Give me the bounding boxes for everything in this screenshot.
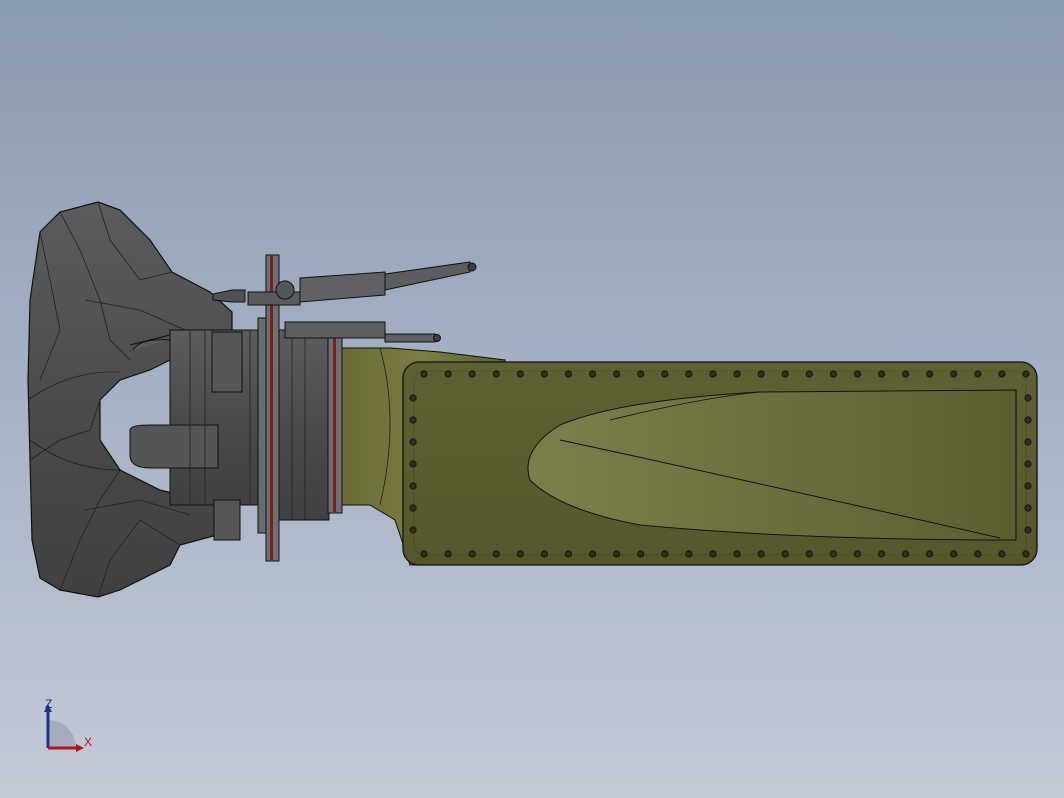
actuator-rod-upper[interactable] <box>212 261 477 306</box>
bolt-icon <box>974 370 982 378</box>
bolt-icon <box>409 438 417 446</box>
bolt-icon <box>1024 438 1032 446</box>
bolt-icon <box>637 370 645 378</box>
z-axis-label: Z <box>45 697 52 711</box>
bolt-icon <box>998 370 1006 378</box>
bolt-icon <box>1022 370 1030 378</box>
bolt-icon <box>661 370 669 378</box>
bolt-icon <box>901 550 910 558</box>
outlet-flange[interactable] <box>327 334 343 514</box>
bolt-icon <box>733 370 741 378</box>
bolt-icon <box>444 370 452 378</box>
bolt-icon <box>444 550 452 558</box>
bolt-icon <box>613 370 621 378</box>
bolt-icon <box>757 370 765 378</box>
bolt-icon <box>1024 482 1032 490</box>
bolt-icon <box>516 550 524 558</box>
bolt-icon <box>805 550 813 558</box>
x-axis-arrowhead <box>76 744 84 752</box>
bolt-icon <box>492 550 500 558</box>
cad-viewport[interactable]: Z X <box>0 0 1064 798</box>
bolt-icon <box>420 370 428 378</box>
triad-plane-icon <box>48 720 76 748</box>
bolt-icon <box>468 370 476 378</box>
bolt-icon <box>901 370 910 378</box>
bolt-icon <box>781 370 789 378</box>
discharge-housing[interactable] <box>402 361 1038 566</box>
bolt-icon <box>588 370 597 378</box>
bolt-icon <box>877 370 886 378</box>
bolt-icon <box>733 550 741 558</box>
bolt-icon <box>637 550 645 558</box>
bolt-icon <box>685 370 693 378</box>
bolt-icon <box>1024 526 1032 534</box>
bolt-icon <box>950 550 958 558</box>
bolt-icon <box>661 550 669 558</box>
axis-triad: Z X <box>44 697 92 752</box>
bolt-icon <box>685 550 693 558</box>
bolt-icon <box>588 550 597 558</box>
bolt-icon <box>1024 416 1032 424</box>
bolt-icon <box>998 550 1006 558</box>
bolt-icon <box>1024 394 1032 402</box>
x-axis-label: X <box>84 735 92 749</box>
bolt-icon <box>540 370 549 378</box>
bolt-icon <box>468 550 476 558</box>
bolt-icon <box>853 550 862 558</box>
bolt-icon <box>781 550 789 558</box>
bolt-icon <box>564 370 573 378</box>
bolt-icon <box>853 370 862 378</box>
bolt-icon <box>409 394 417 402</box>
bolt-icon <box>1024 504 1032 512</box>
bolt-icon <box>829 550 837 558</box>
bolt-icon <box>877 550 886 558</box>
bolt-icon <box>950 370 958 378</box>
bolt-icon <box>409 416 417 424</box>
bolt-icon <box>420 550 428 558</box>
bolt-icon <box>829 370 837 378</box>
pump-assembly-model[interactable] <box>0 0 1064 798</box>
bolt-icon <box>409 504 417 512</box>
bolt-icon <box>516 370 524 378</box>
bolt-icon <box>409 460 417 468</box>
bolt-icon <box>709 550 717 558</box>
bolt-icon <box>709 370 717 378</box>
bolt-icon <box>974 550 982 558</box>
bolt-icon <box>409 526 417 534</box>
bolt-icon <box>613 550 621 558</box>
bolt-icon <box>409 482 417 490</box>
bolt-icon <box>540 550 549 558</box>
bolt-icon <box>564 550 573 558</box>
bolt-icon <box>926 550 934 558</box>
bolt-icon <box>492 370 500 378</box>
bolt-icon <box>926 370 934 378</box>
bolt-icon <box>1024 460 1032 468</box>
bolt-icon <box>757 550 765 558</box>
bolt-icon <box>805 370 813 378</box>
bolt-icon <box>1022 550 1030 558</box>
